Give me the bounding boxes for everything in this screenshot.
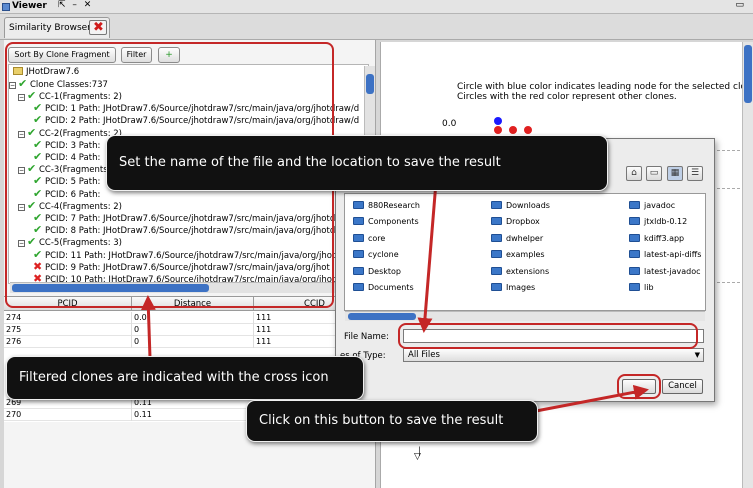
callout-click-save: Click on this button to save the result (246, 400, 538, 442)
callout-filtered-text: Filtered clones are indicated with the c… (19, 370, 329, 385)
arrow-to-save-button (535, 384, 649, 413)
arrow-to-filtered-rows (140, 295, 156, 359)
callout-click-save-text: Click on this button to save the result (259, 413, 504, 428)
callout-filtered: Filtered clones are indicated with the c… (6, 356, 364, 400)
callout-set-name: Set the name of the file and the locatio… (106, 135, 608, 191)
callout-set-name-text: Set the name of the file and the locatio… (119, 155, 501, 170)
arrow-to-filename (417, 181, 438, 333)
